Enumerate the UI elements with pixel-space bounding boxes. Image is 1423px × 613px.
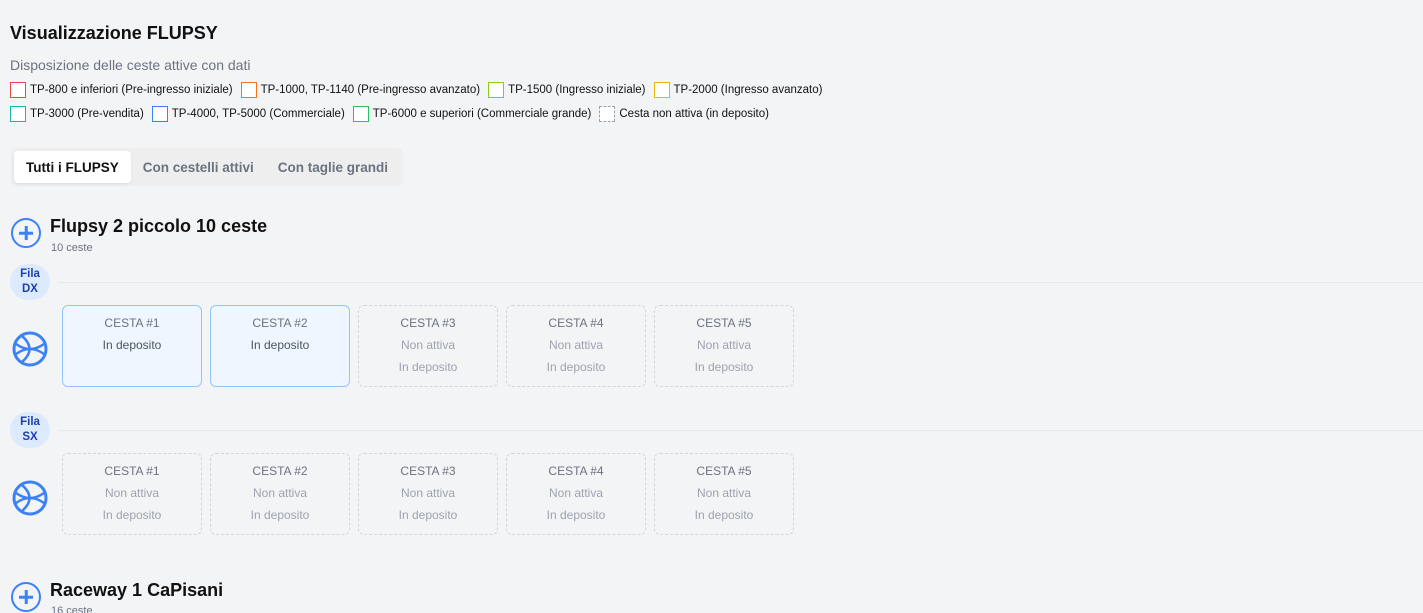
legend-label: TP-2000 (Ingresso avanzato): [673, 84, 823, 96]
basket-title: CESTA #3: [400, 316, 456, 330]
flupsy-name: Flupsy 2 piccolo 10 ceste: [50, 216, 268, 236]
basket-card[interactable]: CESTA #3 Non attiva In deposito: [358, 453, 498, 535]
basket-status: Non attiva: [104, 486, 160, 500]
flupsy-basket-count: 10 ceste: [51, 242, 93, 254]
basket-status: Non attiva: [548, 486, 604, 500]
basket-status: Non attiva: [696, 338, 752, 352]
basket-card[interactable]: CESTA #3 Non attiva In deposito: [358, 305, 498, 387]
basket-location: In deposito: [250, 508, 310, 522]
globe-icon: [12, 331, 48, 367]
basket-card[interactable]: CESTA #5 Non attiva In deposito: [654, 453, 794, 535]
basket-location: In deposito: [694, 508, 754, 522]
basket-location: In deposito: [398, 360, 458, 374]
basket-status: Non attiva: [548, 338, 604, 352]
legend-item: TP-800 e inferiori (Pre-ingresso inizial…: [10, 82, 233, 98]
basket-location: In deposito: [546, 360, 606, 374]
basket-card[interactable]: CESTA #1 In deposito: [62, 305, 202, 387]
legend-swatch: [240, 82, 257, 98]
row-badge-side: DX: [22, 283, 38, 295]
basket-location: In deposito: [546, 508, 606, 522]
basket-title: CESTA #3: [400, 464, 456, 478]
basket-card[interactable]: CESTA #2 In deposito: [210, 305, 350, 387]
basket-status: In deposito: [250, 338, 310, 352]
basket-card[interactable]: CESTA #4 Non attiva In deposito: [506, 453, 646, 535]
legend-label: Cesta non attiva (in deposito): [619, 108, 769, 120]
tab-large-sizes[interactable]: Con taglie grandi: [266, 151, 400, 183]
flupsy-basket-count: 16 ceste: [51, 605, 93, 613]
legend-item: TP-3000 (Pre-vendita): [10, 106, 144, 122]
legend-item: Cesta non attiva (in deposito): [599, 106, 769, 122]
legend-row-1: TP-800 e inferiori (Pre-ingresso inizial…: [10, 82, 830, 98]
expand-flupsy-plus-icon[interactable]: [11, 218, 41, 248]
legend-label: TP-1500 (Ingresso iniziale): [508, 84, 646, 96]
legend-swatch: [653, 82, 670, 98]
legend-swatch: [151, 106, 168, 122]
basket-status: Non attiva: [252, 486, 308, 500]
flupsy-name: Raceway 1 CaPisani: [50, 580, 224, 600]
row-divider: [58, 430, 1423, 431]
basket-status: In deposito: [102, 338, 162, 352]
page-title: Visualizzazione FLUPSY: [10, 23, 218, 43]
tab-active-baskets[interactable]: Con cestelli attivi: [131, 151, 266, 183]
basket-title: CESTA #1: [104, 464, 160, 478]
row-badge-side: SX: [22, 431, 38, 443]
legend-label: TP-6000 e superiori (Commerciale grande): [372, 108, 592, 120]
legend-label: TP-3000 (Pre-vendita): [30, 108, 144, 120]
globe-icon: [12, 480, 48, 516]
basket-status: Non attiva: [400, 338, 456, 352]
basket-title: CESTA #2: [252, 316, 308, 330]
legend-label: TP-800 e inferiori (Pre-ingresso inizial…: [30, 84, 233, 96]
row-badge-sx: Fila SX: [10, 412, 50, 448]
tab-all-flupsy[interactable]: Tutti i FLUPSY: [14, 151, 131, 183]
page-subtitle: Disposizione delle ceste attive con dati: [10, 57, 251, 73]
expand-flupsy-plus-icon[interactable]: [11, 582, 41, 612]
filter-tabs: Tutti i FLUPSY Con cestelli attivi Con t…: [11, 148, 404, 186]
row-badge-label: Fila: [20, 416, 40, 428]
basket-location: In deposito: [694, 360, 754, 374]
basket-card[interactable]: CESTA #1 Non attiva In deposito: [62, 453, 202, 535]
basket-card[interactable]: CESTA #2 Non attiva In deposito: [210, 453, 350, 535]
row-badge-dx: Fila DX: [10, 264, 50, 300]
basket-location: In deposito: [102, 508, 162, 522]
legend-item: TP-1500 (Ingresso iniziale): [488, 82, 646, 98]
basket-card[interactable]: CESTA #5 Non attiva In deposito: [654, 305, 794, 387]
legend-item: TP-1000, TP-1140 (Pre-ingresso avanzato): [240, 82, 481, 98]
basket-card[interactable]: CESTA #4 Non attiva In deposito: [506, 305, 646, 387]
basket-title: CESTA #5: [696, 464, 752, 478]
basket-title: CESTA #2: [252, 464, 308, 478]
legend-item: TP-4000, TP-5000 (Commerciale): [151, 106, 345, 122]
legend-row-2: TP-3000 (Pre-vendita) TP-4000, TP-5000 (…: [10, 106, 777, 122]
legend-item: TP-6000 e superiori (Commerciale grande): [352, 106, 592, 122]
basket-title: CESTA #4: [548, 316, 604, 330]
row-divider: [58, 282, 1423, 283]
legend-swatch: [599, 106, 616, 122]
basket-title: CESTA #4: [548, 464, 604, 478]
legend-label: TP-1000, TP-1140 (Pre-ingresso avanzato): [260, 84, 481, 96]
legend-item: TP-2000 (Ingresso avanzato): [653, 82, 823, 98]
legend-swatch: [10, 82, 26, 98]
legend-label: TP-4000, TP-5000 (Commerciale): [171, 108, 345, 120]
flupsy-page: Visualizzazione FLUPSY Disposizione dell…: [0, 0, 1423, 613]
legend-swatch: [488, 82, 505, 98]
legend-swatch: [10, 106, 26, 122]
legend-swatch: [352, 106, 369, 122]
basket-title: CESTA #5: [696, 316, 752, 330]
row-badge-label: Fila: [20, 268, 40, 280]
basket-title: CESTA #1: [104, 316, 160, 330]
basket-status: Non attiva: [696, 486, 752, 500]
basket-location: In deposito: [398, 508, 458, 522]
basket-status: Non attiva: [400, 486, 456, 500]
